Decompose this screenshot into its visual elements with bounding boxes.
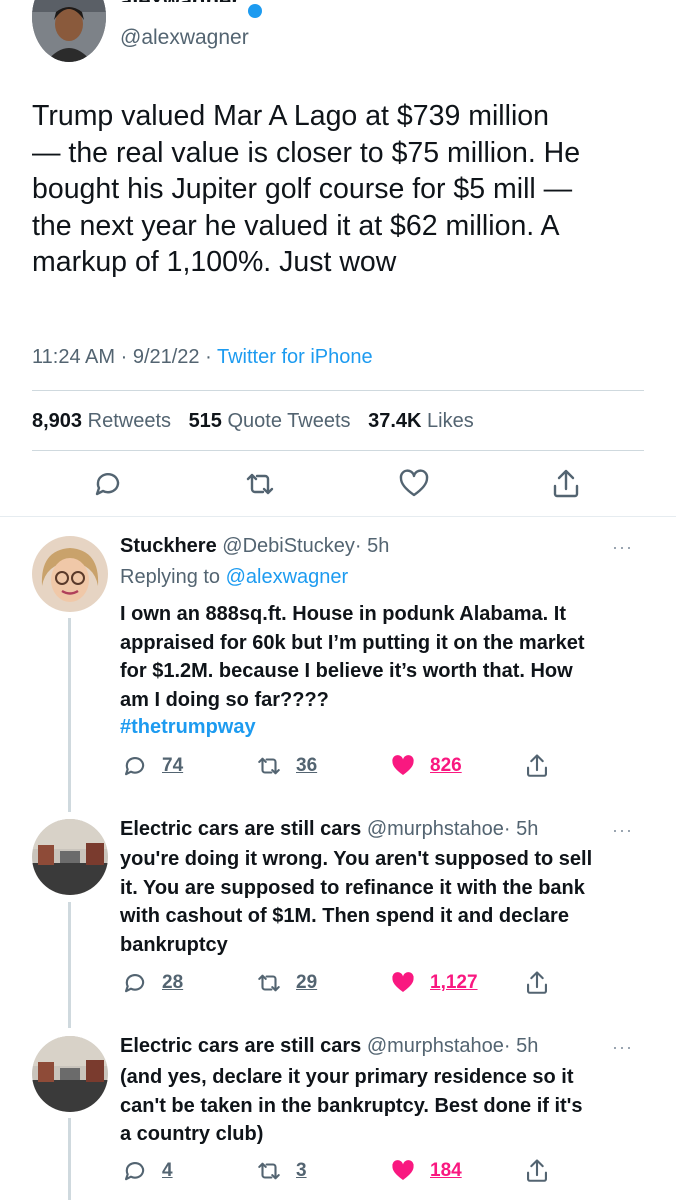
likes-label: Likes	[427, 410, 474, 432]
thread-line	[68, 618, 71, 812]
reply-author-name[interactable]: Electric cars are still cars	[120, 818, 361, 840]
reply-text: you're doing it wrong. You aren't suppos…	[120, 848, 593, 956]
quote-tweets-stat[interactable]: 515 Quote Tweets	[189, 410, 351, 432]
more-options-icon[interactable]: ···	[612, 820, 633, 841]
reply-action-like[interactable]: 184	[390, 1158, 462, 1184]
reply-count: 4	[162, 1160, 173, 1181]
quote-tweets-label: Quote Tweets	[227, 410, 351, 432]
tweet-date: 9/21/22	[132, 346, 200, 368]
reply-icon	[125, 757, 145, 776]
more-options-icon[interactable]: ···	[612, 537, 633, 558]
reply-author-handle[interactable]: @DebiStuckey	[222, 535, 355, 557]
like-count: 826	[430, 755, 462, 776]
reply-action-retweet[interactable]: 36	[256, 753, 317, 779]
reply-age: · 5h	[503, 818, 539, 840]
like-count: 184	[430, 1160, 462, 1181]
liked-heart-icon	[392, 972, 414, 992]
likes-stat[interactable]: 37.4K Likes	[368, 410, 474, 432]
reply-author-name[interactable]: Electric cars are still cars	[120, 1035, 361, 1057]
retweet-icon[interactable]	[244, 468, 276, 500]
reply-action-share[interactable]	[524, 1158, 550, 1184]
liked-heart-icon	[392, 755, 414, 775]
reply-age: · 5h	[354, 535, 390, 557]
like-icon[interactable]	[398, 468, 430, 500]
reply-age: · 5h	[503, 1035, 539, 1057]
share-icon	[527, 1159, 547, 1182]
reply-header: Electric cars are still cars @murphstaho…	[120, 818, 538, 841]
reply-action-reply[interactable]: 28	[122, 970, 183, 996]
divider	[32, 390, 644, 391]
reply-author-name[interactable]: Stuckhere	[120, 535, 217, 557]
retweet-icon	[258, 974, 280, 992]
replying-to: Replying to @alexwagner	[120, 566, 348, 589]
reply-action-retweet[interactable]: 29	[256, 970, 317, 996]
reply-icon[interactable]	[92, 468, 124, 500]
author-avatar[interactable]	[32, 0, 106, 62]
reply-action-share[interactable]	[524, 753, 550, 779]
reply-action-reply[interactable]: 74	[122, 753, 183, 779]
verified-badge-icon	[248, 4, 262, 18]
reply-header: Electric cars are still cars @murphstaho…	[120, 1035, 538, 1058]
thread-line	[68, 1118, 71, 1200]
share-icon	[527, 971, 547, 994]
reply-icon	[125, 1162, 145, 1181]
retweets-count: 8,903	[32, 410, 83, 432]
separator: ·	[120, 346, 128, 368]
liked-heart-icon	[392, 1160, 414, 1180]
retweet-icon	[258, 757, 280, 775]
replying-to-handle[interactable]: @alexwagner	[226, 566, 349, 588]
more-options-icon[interactable]: ···	[612, 1037, 633, 1058]
reply-count: 74	[162, 755, 184, 776]
reply-author-handle[interactable]: @murphstahoe	[367, 818, 504, 840]
reply-text: (and yes, declare it your primary reside…	[120, 1066, 583, 1145]
divider	[0, 516, 676, 517]
retweet-count: 36	[296, 755, 318, 776]
retweet-count: 29	[296, 972, 318, 993]
quote-tweets-count: 515	[188, 410, 222, 432]
tweet-text: Trump valued Mar A Lago at $739 million …	[32, 100, 581, 278]
thread-line	[68, 902, 71, 1028]
reply-action-share[interactable]	[524, 970, 550, 996]
tweet-source-link[interactable]: Twitter for iPhone	[217, 346, 373, 368]
reply-author-handle[interactable]: @murphstahoe	[367, 1035, 504, 1057]
replying-prefix: Replying to	[120, 566, 221, 588]
tweet-stats: 8,903 Retweets 515 Quote Tweets 37.4K Li…	[32, 410, 474, 433]
author-handle[interactable]: @alexwagner	[120, 26, 249, 50]
like-count: 1,127	[430, 972, 478, 993]
share-icon[interactable]	[550, 468, 582, 500]
reply-icon	[125, 974, 145, 993]
reply-header: Stuckhere @DebiStuckey· 5h	[120, 535, 389, 558]
retweet-count: 3	[296, 1160, 307, 1181]
reply-avatar[interactable]	[32, 819, 108, 895]
reply-text: I own an 888sq.ft. House in podunk Alaba…	[120, 603, 585, 711]
reply-avatar[interactable]	[32, 536, 108, 612]
retweet-icon	[258, 1162, 280, 1180]
tweet-time: 11:24 AM	[32, 346, 116, 368]
likes-count: 37.4K	[368, 410, 422, 432]
share-icon	[527, 754, 547, 777]
reply-action-like[interactable]: 1,127	[390, 970, 478, 996]
reply-count: 28	[162, 972, 184, 993]
tweet-timestamp: 11:24 AM · 9/21/22 · Twitter for iPhone	[32, 346, 373, 369]
divider	[32, 450, 644, 451]
reply-action-reply[interactable]: 4	[122, 1158, 173, 1184]
author-name-partial[interactable]: alexwagner	[120, 0, 240, 2]
reply-action-retweet[interactable]: 3	[256, 1158, 307, 1184]
hashtag-link[interactable]: #thetrumpway	[120, 716, 256, 739]
retweets-label: Retweets	[87, 410, 171, 432]
retweets-stat[interactable]: 8,903 Retweets	[32, 410, 171, 432]
reply-avatar[interactable]	[32, 1036, 108, 1112]
separator: ·	[205, 346, 212, 368]
reply-action-like[interactable]: 826	[390, 753, 462, 779]
